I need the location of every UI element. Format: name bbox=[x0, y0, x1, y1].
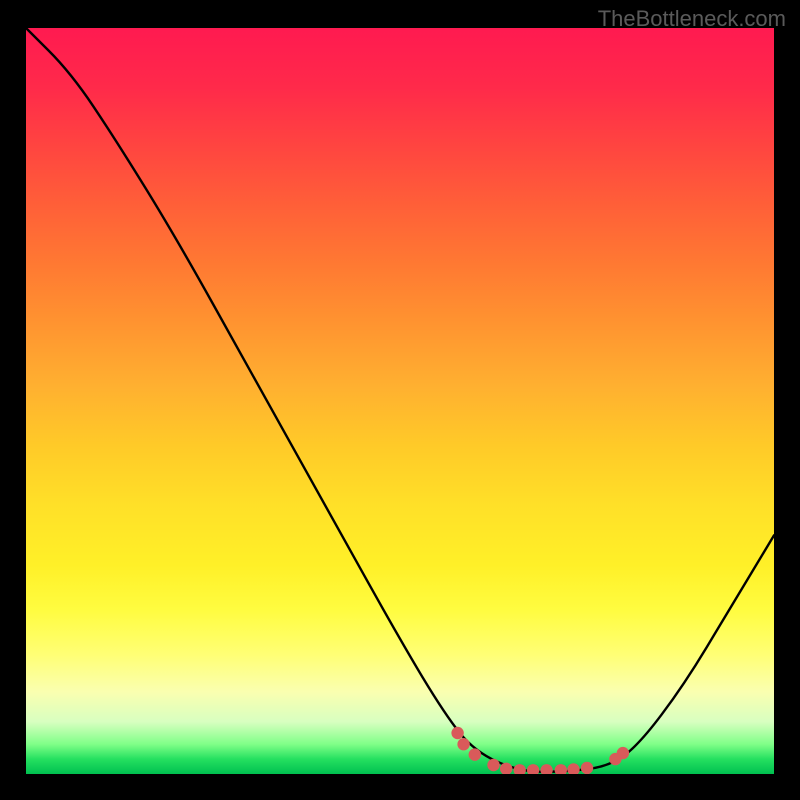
curve-dot bbox=[469, 748, 481, 760]
plot-area bbox=[26, 28, 774, 774]
curve-dot bbox=[617, 747, 629, 759]
curve-dot bbox=[581, 762, 593, 774]
curve-dot bbox=[555, 764, 567, 774]
curve-dot bbox=[457, 738, 469, 750]
bottleneck-curve bbox=[26, 28, 774, 772]
curve-dot bbox=[540, 764, 552, 774]
curve-dot bbox=[527, 764, 539, 774]
curve-dot bbox=[567, 763, 579, 774]
curve-dot bbox=[514, 764, 526, 774]
chart-svg bbox=[26, 28, 774, 774]
curve-dot bbox=[487, 759, 499, 771]
curve-dot bbox=[451, 727, 463, 739]
watermark-text: TheBottleneck.com bbox=[598, 6, 786, 32]
